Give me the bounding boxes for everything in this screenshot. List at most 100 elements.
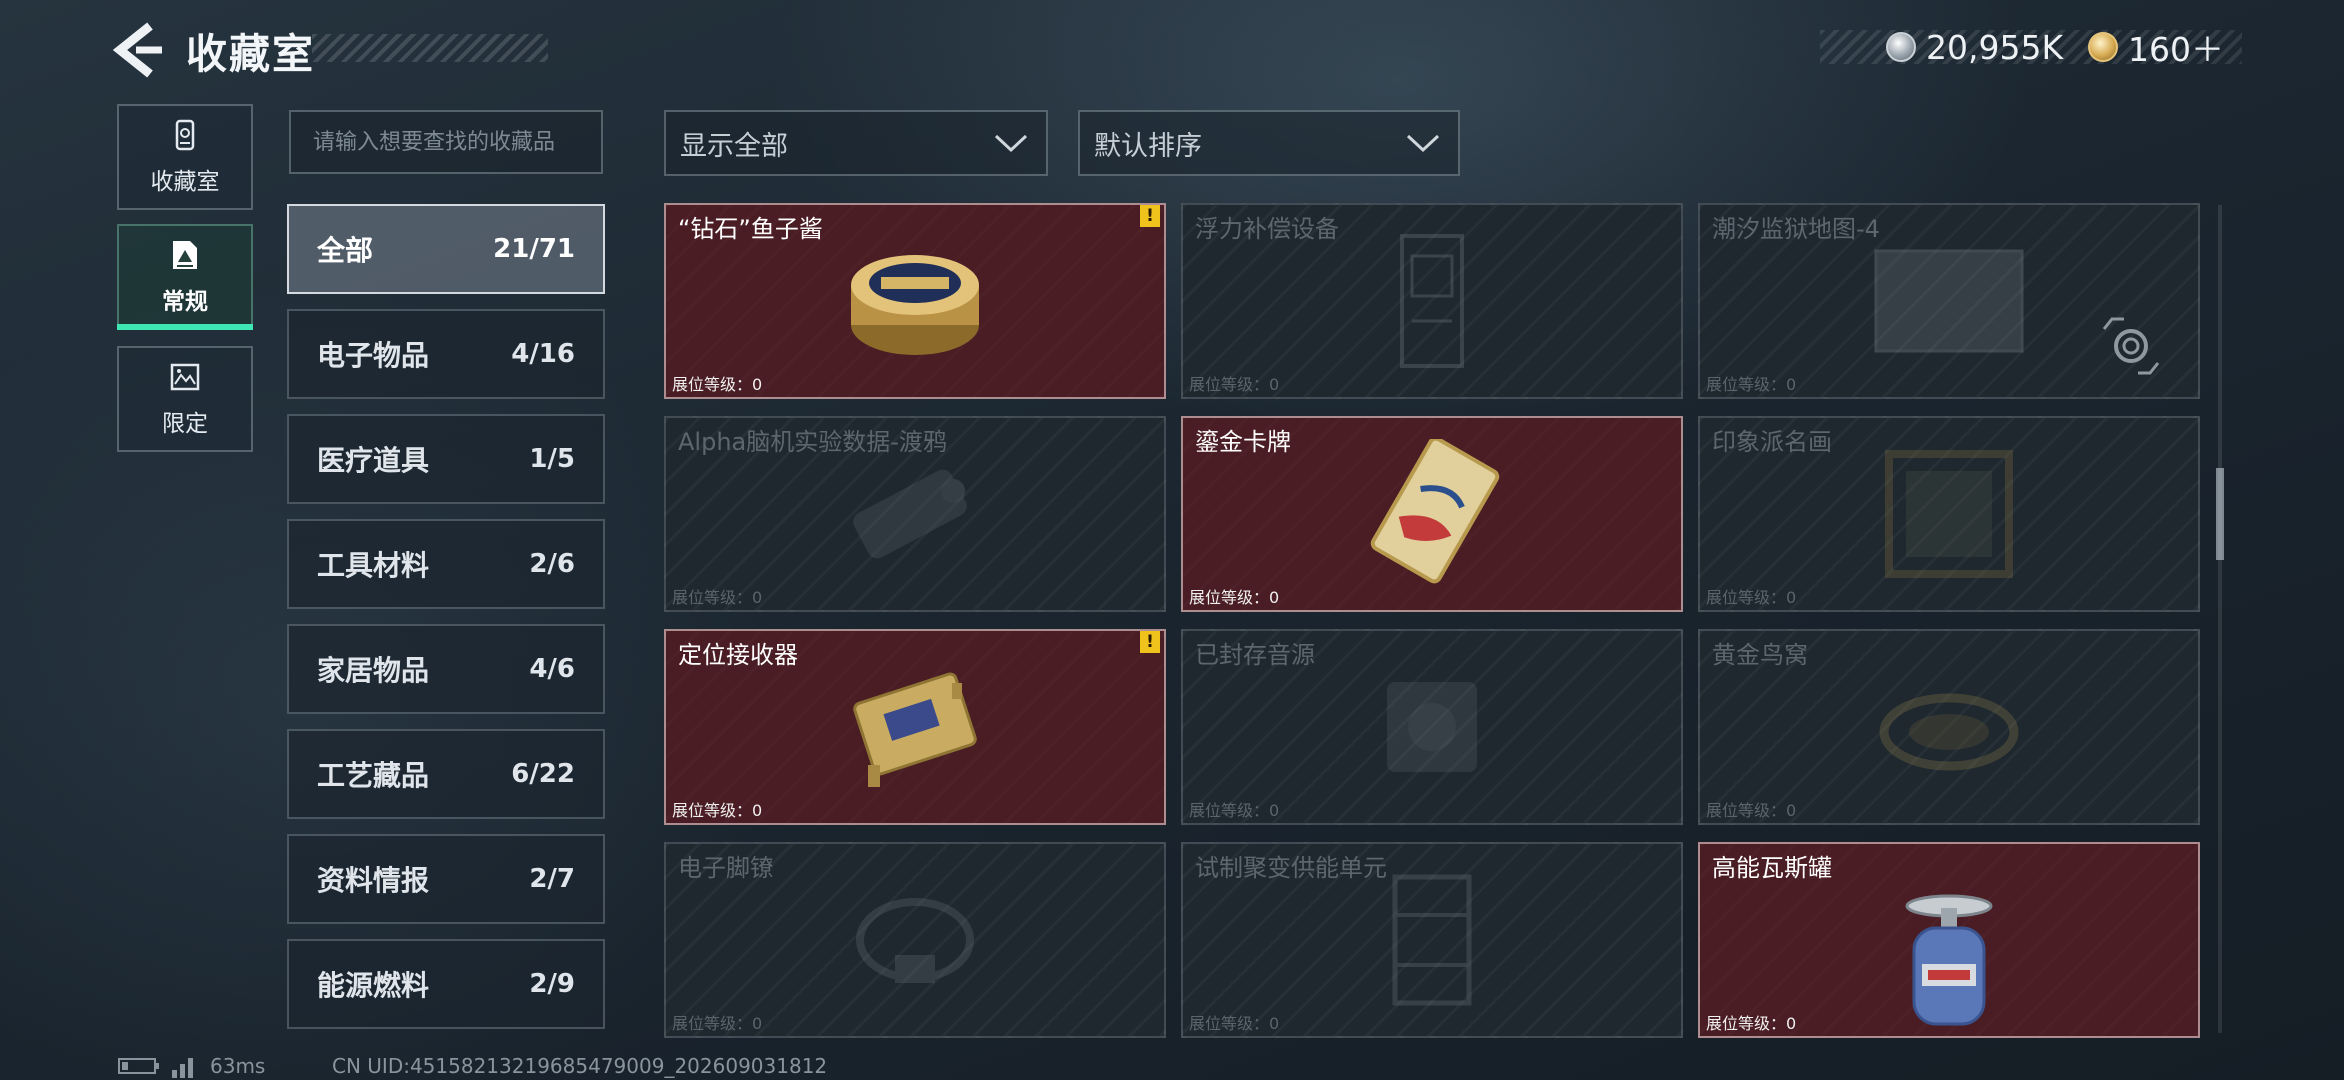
category-count: 21/71 — [493, 234, 575, 264]
level-value: 0 — [1786, 1014, 1797, 1033]
search-input[interactable] — [289, 110, 603, 174]
nav-label: 常规 — [162, 289, 208, 315]
level-label: 展位等级： — [1706, 801, 1787, 820]
category-count: 2/6 — [529, 549, 575, 579]
item-level: 展位等级：0 — [672, 797, 762, 821]
level-value: 0 — [1786, 588, 1797, 607]
back-arrow-icon — [112, 22, 162, 78]
collection-icon — [175, 119, 195, 151]
item-card[interactable]: 已封存音源 展位等级：0 — [1181, 629, 1683, 825]
silver-coin-icon — [1886, 32, 1916, 62]
level-value: 0 — [1786, 375, 1797, 394]
nav-limited[interactable]: 限定 — [117, 346, 253, 452]
bird-nest-icon — [1879, 693, 2019, 771]
sort-dropdown[interactable]: 默认排序 — [1078, 110, 1460, 176]
display-filter-dropdown[interactable]: 显示全部 — [664, 110, 1048, 176]
silver-currency: 20,955K — [1886, 24, 2063, 70]
alert-badge: ! — [1140, 631, 1160, 653]
item-name: 定位接收器 — [678, 641, 798, 669]
caviar-tin-icon — [851, 255, 979, 355]
gold-amount: 160＋ — [2128, 30, 2224, 69]
limited-icon — [170, 363, 200, 391]
page-title: 收藏室 — [186, 30, 315, 78]
category-count: 1/5 — [529, 444, 575, 474]
item-card[interactable]: 潮汐监狱地图-4 展位等级：0 — [1698, 203, 2200, 399]
scrollbar-thumb[interactable] — [2216, 468, 2224, 560]
display-filter-value: 显示全部 — [680, 130, 788, 162]
item-card[interactable]: 试制聚变供能单元 展位等级：0 — [1181, 842, 1683, 1038]
target-icon — [2102, 317, 2160, 375]
item-name: 潮汐监狱地图-4 — [1712, 215, 1880, 243]
item-card[interactable]: 高能瓦斯罐 展位等级：0 — [1698, 842, 2200, 1038]
item-card[interactable]: 黄金鸟窝 展位等级：0 — [1698, 629, 2200, 825]
audio-source-icon — [1387, 682, 1477, 772]
level-label: 展位等级： — [1189, 588, 1270, 607]
level-label: 展位等级： — [1706, 1014, 1787, 1033]
level-label: 展位等级： — [672, 375, 753, 394]
category-count: 2/7 — [529, 864, 575, 894]
level-label: 展位等级： — [1706, 588, 1787, 607]
item-card[interactable]: 浮力补偿设备 展位等级：0 — [1181, 203, 1683, 399]
item-name: 已封存音源 — [1195, 641, 1315, 669]
level-value: 0 — [1786, 801, 1797, 820]
item-card[interactable]: 定位接收器 ! 展位等级：0 — [664, 629, 1166, 825]
chevron-down-icon — [1406, 134, 1440, 153]
data-drive-icon — [853, 469, 967, 559]
category-all[interactable]: 全部 21/71 — [287, 204, 605, 294]
item-level: 展位等级：0 — [672, 371, 762, 395]
item-level: 展位等级：0 — [1189, 797, 1279, 821]
chevron-down-icon — [994, 134, 1028, 153]
item-name: 试制聚变供能单元 — [1195, 854, 1387, 882]
item-name: Alpha脑机实验数据-渡鸦 — [678, 428, 947, 456]
category-count: 2/9 — [529, 969, 575, 999]
level-value: 0 — [1269, 375, 1280, 394]
item-card[interactable]: 鎏金卡牌 展位等级：0 — [1181, 416, 1683, 612]
item-level: 展位等级：0 — [1706, 584, 1796, 608]
item-name: 电子脚镣 — [678, 854, 774, 882]
level-value: 0 — [752, 375, 763, 394]
map-icon — [1874, 249, 2024, 353]
category-name: 工艺藏品 — [317, 759, 430, 792]
item-card[interactable]: Alpha脑机实验数据-渡鸦 展位等级：0 — [664, 416, 1166, 612]
category-crafts[interactable]: 工艺藏品 6/22 — [287, 729, 605, 819]
receiver-icon — [853, 672, 977, 787]
nav-regular[interactable]: 常规 — [117, 224, 253, 330]
level-label: 展位等级： — [1189, 1014, 1270, 1033]
category-electronics[interactable]: 电子物品 4/16 — [287, 309, 605, 399]
item-card[interactable]: 电子脚镣 展位等级：0 — [664, 842, 1166, 1038]
painting-icon — [1885, 450, 2013, 578]
item-level: 展位等级：0 — [1706, 1010, 1796, 1034]
category-household[interactable]: 家居物品 4/6 — [287, 624, 605, 714]
item-level: 展位等级：0 — [1706, 371, 1796, 395]
back-button[interactable] — [110, 22, 170, 78]
category-name: 医疗道具 — [317, 444, 430, 477]
item-card[interactable]: 印象派名画 展位等级：0 — [1698, 416, 2200, 612]
category-energy[interactable]: 能源燃料 2/9 — [287, 939, 605, 1029]
category-count: 6/22 — [511, 759, 575, 789]
signal-icon — [172, 1058, 193, 1078]
gold-coin-icon — [2088, 32, 2118, 62]
item-name: 印象派名画 — [1712, 428, 1832, 456]
level-label: 展位等级： — [1189, 375, 1270, 394]
item-level: 展位等级：0 — [1189, 1010, 1279, 1034]
ankle-monitor-icon — [856, 898, 974, 983]
uid-text: CN UID:4515821321968547900​9_20260903181… — [332, 1054, 828, 1078]
category-name: 全部 — [317, 234, 374, 267]
gold-currency[interactable]: 160＋ — [2088, 24, 2224, 70]
category-count: 4/6 — [529, 654, 575, 684]
item-name: 浮力补偿设备 — [1195, 215, 1339, 243]
level-label: 展位等级： — [672, 588, 753, 607]
category-tools[interactable]: 工具材料 2/6 — [287, 519, 605, 609]
ping-value: 63ms — [210, 1054, 266, 1078]
level-label: 展位等级： — [672, 801, 753, 820]
item-card[interactable]: “钻石”鱼子酱 ! 展位等级：0 — [664, 203, 1166, 399]
category-medical[interactable]: 医疗道具 1/5 — [287, 414, 605, 504]
category-intel[interactable]: 资料情报 2/7 — [287, 834, 605, 924]
item-level: 展位等级：0 — [1189, 584, 1279, 608]
category-count: 4/16 — [511, 339, 575, 369]
level-label: 展位等级： — [1189, 801, 1270, 820]
item-level: 展位等级：0 — [672, 584, 762, 608]
level-value: 0 — [752, 1014, 763, 1033]
nav-collection-room[interactable]: 收藏室 — [117, 104, 253, 210]
gas-canister-icon — [1905, 894, 1993, 1026]
